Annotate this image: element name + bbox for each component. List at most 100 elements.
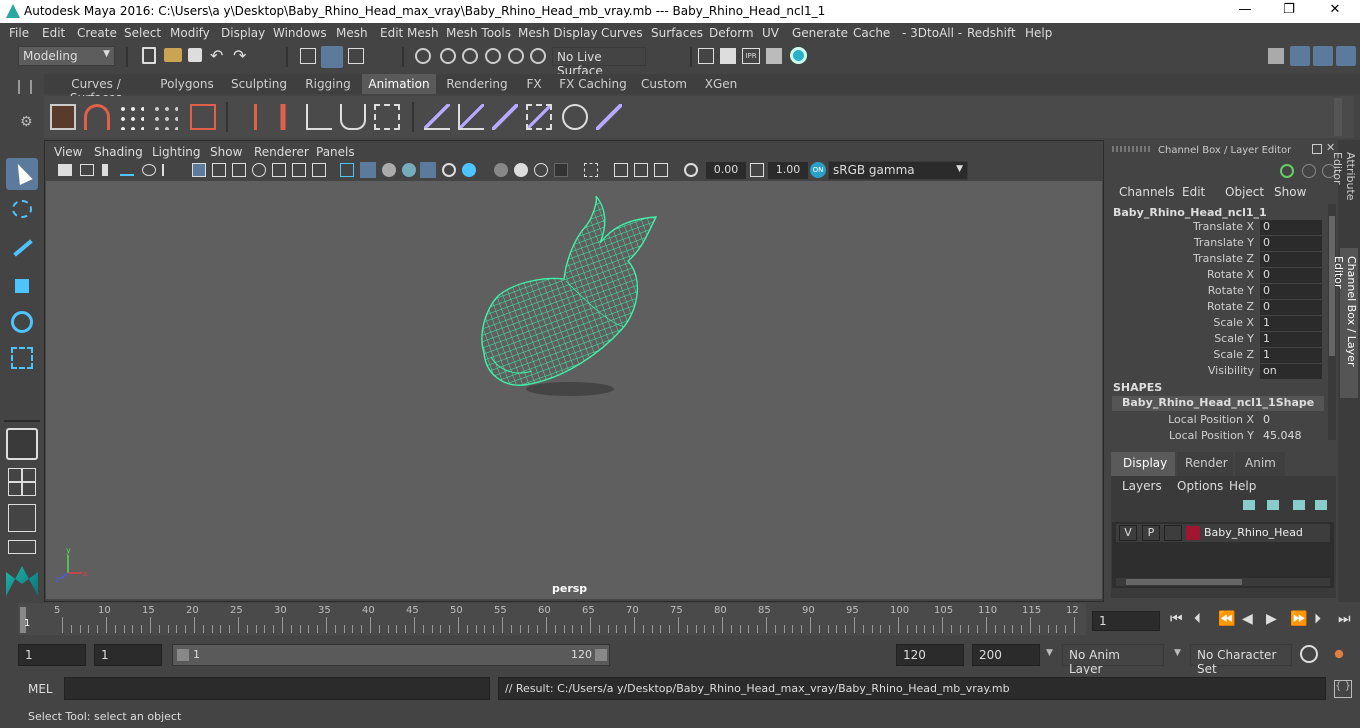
menu-display[interactable]: Display [221,26,265,40]
side-tab-attribute-editor[interactable]: Attribute Editor [1331,152,1357,232]
attr-value-scale-y[interactable]: 1 [1260,332,1322,347]
camera-icon[interactable] [58,164,72,176]
layer-color-swatch[interactable] [1186,526,1200,540]
step-forward-key-icon[interactable]: ⏩ [1290,611,1307,627]
menu-uv[interactable]: UV [762,26,779,40]
shelf-scrollbar[interactable] [1334,98,1342,136]
layer-menu-help[interactable]: Help [1229,479,1256,493]
step-back-key-icon[interactable]: ⏪ [1218,611,1235,627]
layer-type-toggle[interactable] [1164,525,1182,541]
anti-aliasing-icon[interactable] [534,163,548,177]
gamma-icon[interactable] [750,163,764,177]
play-backwards-icon[interactable]: ◀ [1242,611,1253,627]
chevron-down-icon[interactable]: ▼ [1174,648,1181,658]
aim-constraint-icon[interactable] [562,104,588,130]
redo-icon[interactable]: ↷ [233,46,246,65]
textured-icon[interactable] [402,163,416,177]
xray-joints-icon[interactable] [634,163,648,177]
shelf-tab-fx-caching[interactable]: FX Caching [552,74,634,94]
attribute-scrollbar[interactable] [1328,204,1336,440]
workspace-icon[interactable] [1268,48,1284,64]
menu-curves[interactable]: Curves [601,26,643,40]
go-to-end-icon[interactable]: ⏭ [1338,611,1351,627]
color-space-dropdown[interactable]: sRGB gamma ▼ [828,161,968,180]
two-d-pan-icon[interactable] [142,164,156,176]
pole-vector-constraint-icon[interactable] [596,104,622,130]
vp-menu-panels[interactable]: Panels [316,145,355,159]
shelf-tab-custom[interactable]: Custom [636,74,692,94]
menu-edit[interactable]: Edit [42,26,65,40]
side-tab-channel-box[interactable]: Channel Box / Layer Editor [1332,248,1358,398]
motion-trail-icon[interactable] [84,104,110,130]
mel-label[interactable]: MEL [28,682,53,696]
all-lights-icon[interactable] [442,163,456,177]
image-plane-icon[interactable] [120,164,134,176]
playback-start-field[interactable]: 1 [94,644,162,666]
menu-mesh-tools[interactable]: Mesh Tools [446,26,511,40]
layer-menu-options[interactable]: Options [1177,479,1223,493]
layer-playback-toggle[interactable]: P [1142,525,1160,541]
panel-grip[interactable] [1112,146,1152,152]
menu-mesh[interactable]: Mesh [336,26,368,40]
unghost-icon[interactable] [152,104,178,130]
character-set-dropdown[interactable]: No Character Set [1190,644,1292,676]
time-slider[interactable]: 5 10 15 20 25 30 35 40 45 50 55 60 65 70 75 80 85 90 95 100… [18,603,1086,635]
shelf-tab-fx[interactable]: FX [518,74,550,94]
menu-generate[interactable]: Generate [792,26,848,40]
layer-name[interactable]: Baby_Rhino_Head [1204,526,1303,539]
grease-pencil-icon[interactable] [162,164,176,176]
snap-center-icon[interactable] [530,48,546,64]
shelf-tab-animation[interactable]: Animation [362,74,436,94]
outliner-layout-icon[interactable] [8,504,36,532]
float-panel-icon[interactable] [1312,144,1322,154]
current-frame-field[interactable]: 1 [1092,611,1160,631]
shelf-tab-sculpting[interactable]: Sculpting [226,74,292,94]
shadows-icon[interactable] [462,163,476,177]
attr-value-rotate-y[interactable]: 0 [1260,284,1322,299]
menu-modify[interactable]: Modify [170,26,210,40]
move-layer-down-icon[interactable] [1267,500,1279,510]
viewport-3d[interactable]: y x z [46,181,1102,599]
menu-redshift[interactable]: Redshift [967,26,1016,40]
vp-menu-renderer[interactable]: Renderer [254,145,309,159]
motion-path-icon[interactable] [190,104,216,130]
toggle-attribute-editor-icon[interactable] [1290,46,1310,66]
animation-preferences-icon[interactable] [1330,645,1348,663]
four-view-layout-icon[interactable] [8,468,36,496]
menu-3dtoall[interactable]: - 3DtoAll - [902,26,962,40]
point-constraint-icon[interactable] [458,104,484,130]
anim-layer-dropdown[interactable]: No Anim Layer [1062,644,1164,676]
orient-constraint-icon[interactable] [492,104,518,130]
shelf-tab-polygons[interactable]: Polygons [150,74,224,94]
mode-dropdown[interactable]: Modeling ▼ [18,46,115,66]
menu-create[interactable]: Create [77,26,117,40]
attr-value-scale-z[interactable]: 1 [1260,348,1322,363]
exposure-icon[interactable] [684,163,698,177]
cluster-icon[interactable] [340,104,366,130]
range-slider-end-handle[interactable] [595,649,607,661]
gate-mask-icon[interactable] [252,163,266,177]
step-back-frame-icon[interactable]: ⏴ [1194,611,1201,627]
vp-menu-show[interactable]: Show [210,145,242,159]
shelf-tab-rendering[interactable]: Rendering [438,74,516,94]
open-scene-icon[interactable] [164,48,182,62]
go-to-start-icon[interactable]: ⏮ [1170,611,1183,627]
range-slider-start-handle[interactable] [177,649,189,661]
attr-value-translate-y[interactable]: 0 [1260,236,1322,251]
layer-hscrollbar[interactable] [1116,578,1330,586]
shelf-settings-icon[interactable]: ⚙ [20,114,33,130]
step-forward-frame-icon[interactable]: ⏵ [1314,611,1321,627]
toggle-tool-settings-icon[interactable] [1313,46,1333,66]
lock-camera-icon[interactable] [80,164,94,176]
new-scene-icon[interactable] [142,47,156,64]
ipr-render-icon[interactable]: IPR [742,48,760,64]
close-button[interactable]: ✕ [1312,2,1358,21]
toggle-channel-box-icon[interactable] [1336,46,1356,66]
depth-of-field-icon[interactable] [554,163,568,177]
layer-hscroll-thumb[interactable] [1126,579,1242,585]
menu-windows[interactable]: Windows [273,26,327,40]
wireframe-icon[interactable] [340,163,354,177]
film-gate-icon[interactable] [212,163,226,177]
rhino-head-mesh[interactable] [481,195,658,386]
shelf-tab-xgen[interactable]: XGen [694,74,748,94]
